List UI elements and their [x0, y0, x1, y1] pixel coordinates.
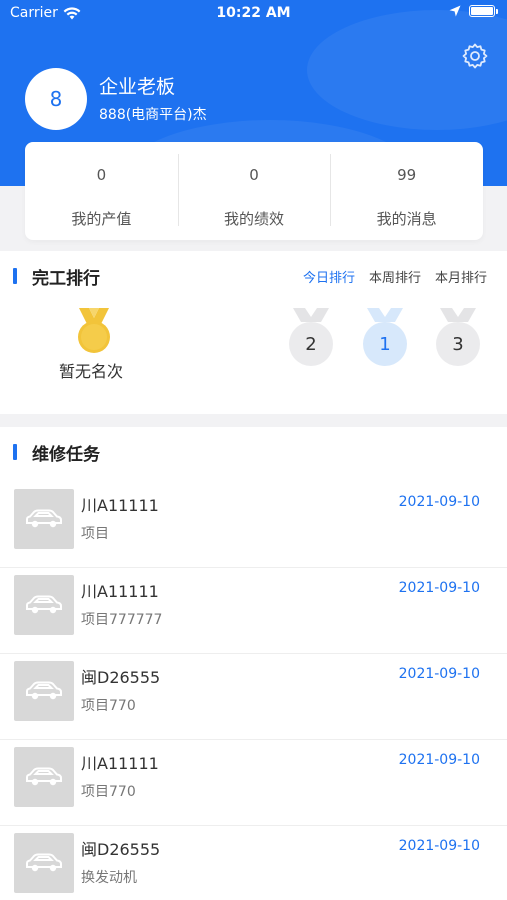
task-date: 2021-09-10	[398, 838, 480, 854]
stat-output[interactable]: 0 我的产值	[25, 142, 178, 240]
car-icon	[26, 509, 62, 528]
stat-messages[interactable]: 99 我的消息	[330, 142, 483, 240]
stat-value: 0	[249, 166, 259, 184]
task-list-item[interactable]: 川A11111 项目 2021-09-10	[0, 482, 507, 568]
task-item: 项目770	[81, 784, 136, 800]
stat-label: 我的绩效	[224, 210, 285, 228]
tab-month-ranking[interactable]: 本月排行	[435, 267, 487, 286]
podium-rank: 3	[436, 322, 480, 366]
status-right-group	[449, 5, 498, 17]
stat-performance[interactable]: 0 我的绩效	[177, 142, 331, 240]
task-list-item[interactable]: 闽D26555 项目770 2021-09-10	[0, 654, 507, 740]
header-decoration	[307, 10, 507, 130]
podium-third: 3	[436, 308, 480, 368]
car-icon	[26, 767, 62, 786]
avatar[interactable]: 8	[25, 68, 87, 130]
task-plate: 闽D26555	[81, 840, 161, 859]
podium-first: 1	[363, 308, 407, 368]
task-item: 换发动机	[81, 870, 137, 886]
ranking-title: 完工排行	[32, 269, 100, 289]
car-icon	[26, 681, 62, 700]
tab-today-ranking[interactable]: 今日排行	[303, 267, 355, 286]
tasks-title: 维修任务	[32, 445, 100, 465]
task-item: 项目770	[81, 698, 136, 714]
task-list-item[interactable]: 川A11111 项目777777 2021-09-10	[0, 568, 507, 654]
tab-week-ranking[interactable]: 本周排行	[369, 267, 421, 286]
task-thumbnail	[14, 489, 74, 549]
task-plate: 川A11111	[81, 496, 159, 515]
section-accent-bar	[13, 444, 17, 460]
no-rank-text: 暂无名次	[59, 362, 124, 381]
task-item: 项目777777	[81, 612, 163, 628]
task-plate: 闽D26555	[81, 668, 161, 687]
stat-value: 0	[96, 166, 107, 184]
task-item: 项目	[81, 526, 109, 542]
task-plate: 川A11111	[81, 754, 159, 773]
user-subtitle: 888(电商平台)杰	[99, 107, 207, 123]
task-date: 2021-09-10	[398, 494, 480, 510]
car-icon	[26, 595, 62, 614]
podium-second: 2	[289, 308, 333, 368]
gear-icon[interactable]	[461, 42, 489, 70]
task-list-item[interactable]: 川A11111 项目770 2021-09-10	[0, 740, 507, 826]
status-bar: Carrier 10:22 AM	[0, 0, 507, 28]
status-time: 10:22 AM	[216, 5, 291, 21]
task-thumbnail	[14, 575, 74, 635]
task-thumbnail	[14, 833, 74, 893]
podium-rank: 1	[363, 322, 407, 366]
tasks-section: 维修任务 川A11111 项目 2021-09-10 川A11111 项目777…	[0, 427, 507, 900]
task-thumbnail	[14, 747, 74, 807]
gold-medal-icon	[78, 308, 110, 353]
stat-value: 99	[397, 166, 417, 184]
car-icon	[26, 853, 62, 872]
stat-label: 我的产值	[71, 210, 132, 228]
task-plate: 川A11111	[81, 582, 159, 601]
task-date: 2021-09-10	[398, 666, 480, 682]
battery-icon	[469, 5, 498, 17]
task-list-item[interactable]: 闽D26555 换发动机 2021-09-10	[0, 826, 507, 900]
podium-rank: 2	[289, 322, 333, 366]
section-accent-bar	[13, 268, 17, 284]
task-date: 2021-09-10	[398, 752, 480, 768]
user-title: 企业老板	[99, 76, 176, 98]
stats-card: 0 我的产值 0 我的绩效 99 我的消息	[25, 142, 483, 240]
task-thumbnail	[14, 661, 74, 721]
task-date: 2021-09-10	[398, 580, 480, 596]
location-arrow-icon	[449, 5, 461, 17]
ranking-tabs: 今日排行 本周排行 本月排行	[303, 267, 487, 286]
stat-label: 我的消息	[376, 210, 437, 228]
